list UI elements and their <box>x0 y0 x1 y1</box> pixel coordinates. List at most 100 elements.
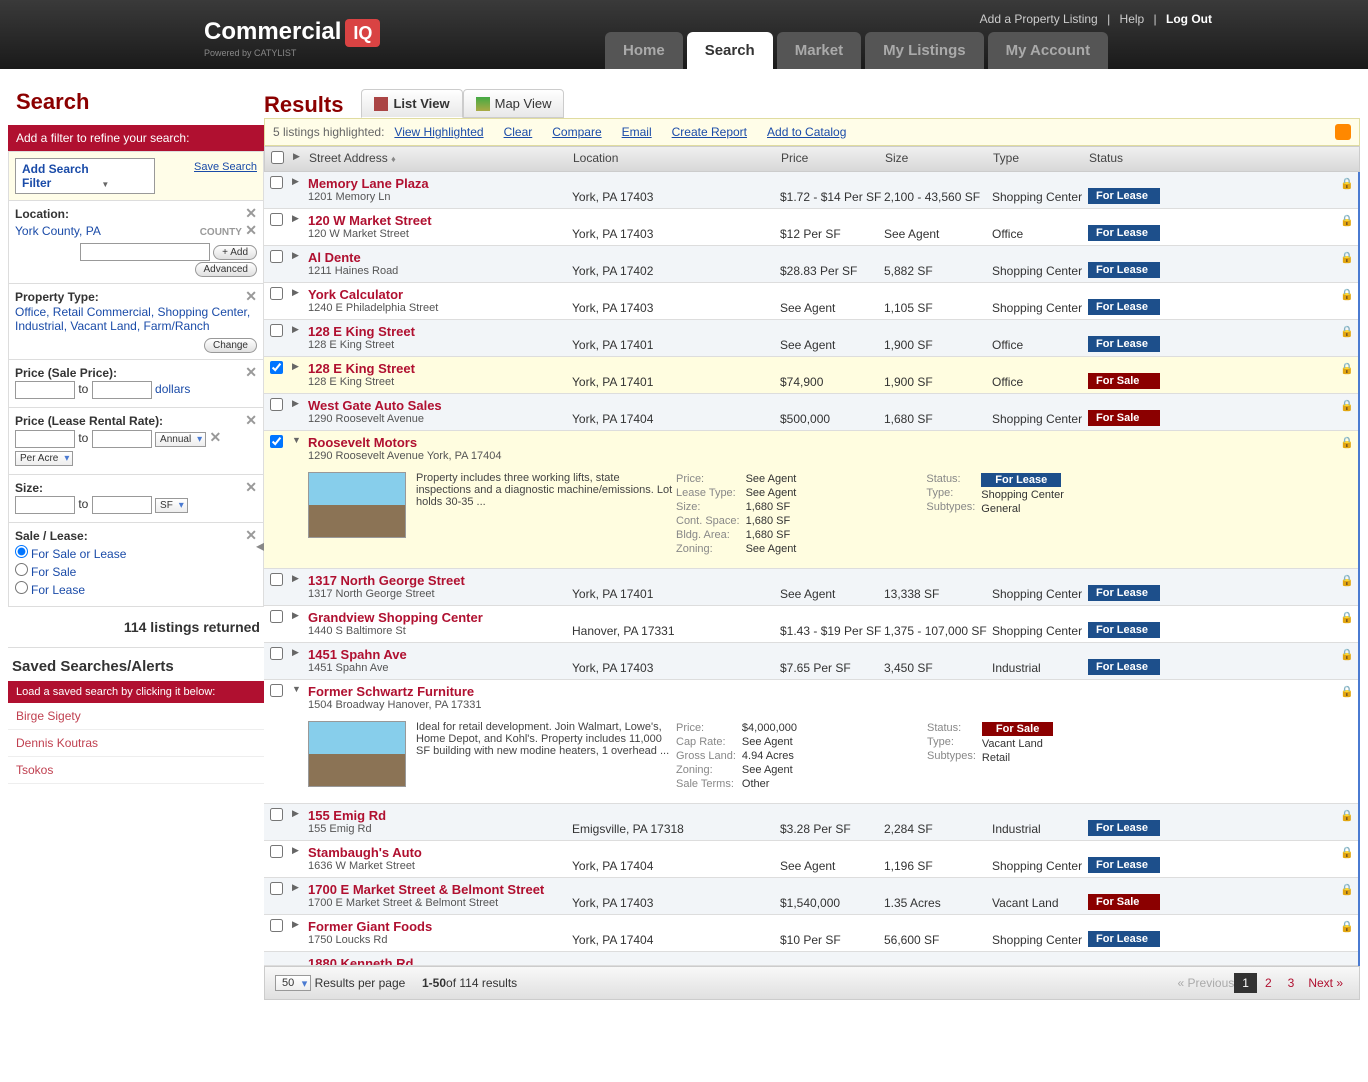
row-checkbox[interactable] <box>270 250 283 263</box>
listing-title[interactable]: Stambaugh's Auto <box>308 845 572 860</box>
listing-row[interactable]: ▶York Calculator1240 E Philadelphia Stre… <box>264 283 1358 320</box>
help-link[interactable]: Help <box>1120 12 1145 26</box>
expand-toggle[interactable]: ▶ <box>292 610 308 621</box>
radio-sale[interactable] <box>15 563 28 576</box>
close-icon[interactable]: ✕ <box>210 429 222 445</box>
expand-toggle[interactable]: ▶ <box>292 808 308 819</box>
saleprice-max[interactable] <box>92 381 152 399</box>
next-page[interactable]: Next » <box>1302 973 1349 993</box>
listing-title[interactable]: 1317 North George Street <box>308 573 572 588</box>
listing-row[interactable]: ▶128 E King Street128 E King StreetYork,… <box>264 357 1358 394</box>
col-size-header[interactable]: Size <box>885 151 993 167</box>
close-icon[interactable]: ✕ <box>245 479 257 496</box>
advanced-button[interactable]: Advanced <box>195 262 257 277</box>
add-filter-dropdown[interactable]: Add Search Filter <box>15 158 155 194</box>
listing-title[interactable]: 1451 Spahn Ave <box>308 647 572 662</box>
row-checkbox[interactable] <box>270 361 283 374</box>
col-location-header[interactable]: Location <box>573 151 781 167</box>
expand-toggle[interactable]: ▶ <box>292 176 308 187</box>
listing-row[interactable]: ▶Memory Lane Plaza1201 Memory LnYork, PA… <box>264 172 1358 209</box>
row-checkbox[interactable] <box>270 435 283 448</box>
listing-title[interactable]: Grandview Shopping Center <box>308 610 572 625</box>
add-location-button[interactable]: + Add <box>213 245 257 260</box>
listing-title[interactable]: Memory Lane Plaza <box>308 176 572 191</box>
create-report-link[interactable]: Create Report <box>672 125 747 139</box>
expand-toggle[interactable]: ▶ <box>292 398 308 409</box>
size-min[interactable] <box>15 496 75 514</box>
expand-toggle[interactable]: ▶ <box>292 287 308 298</box>
expand-toggle[interactable]: ▶ <box>292 919 308 930</box>
close-icon[interactable]: ✕ <box>245 222 257 238</box>
listing-title[interactable]: Al Dente <box>308 250 572 265</box>
select-all-checkbox[interactable] <box>271 151 284 164</box>
row-checkbox[interactable] <box>270 610 283 623</box>
row-checkbox[interactable] <box>270 398 283 411</box>
col-type-header[interactable]: Type <box>993 151 1089 167</box>
expand-toggle[interactable]: ▶ <box>292 324 308 335</box>
listing-row[interactable]: ▶128 E King Street128 E King StreetYork,… <box>264 320 1358 357</box>
listings-container[interactable]: ▶Memory Lane Plaza1201 Memory LnYork, PA… <box>264 172 1360 966</box>
listing-row[interactable]: ▶1317 North George Street1317 North Geor… <box>264 569 1358 606</box>
row-checkbox[interactable] <box>270 845 283 858</box>
listing-row[interactable]: 1880 Kenneth Rd <box>264 952 1358 966</box>
size-unit-dropdown[interactable]: SF <box>155 498 188 513</box>
saved-search-item[interactable]: Tsokos <box>8 757 264 784</box>
listing-title[interactable]: 1880 Kenneth Rd <box>308 956 572 966</box>
listing-row[interactable]: ▶120 W Market Street120 W Market StreetY… <box>264 209 1358 246</box>
col-address-header[interactable]: Street Address ♦ <box>309 151 573 167</box>
row-checkbox[interactable] <box>270 919 283 932</box>
leaserate-period-dropdown[interactable]: Annual <box>155 432 206 447</box>
expand-all-toggle[interactable]: ▶ <box>293 151 309 167</box>
logout-link[interactable]: Log Out <box>1166 12 1212 26</box>
close-icon[interactable]: ✕ <box>245 364 257 381</box>
leaserate-min[interactable] <box>15 430 75 448</box>
listing-title[interactable]: West Gate Auto Sales <box>308 398 572 413</box>
tab-listview[interactable]: List View <box>361 89 462 118</box>
email-link[interactable]: Email <box>622 125 652 139</box>
page-1[interactable]: 1 <box>1234 973 1257 993</box>
row-checkbox[interactable] <box>270 808 283 821</box>
listing-title[interactable]: 128 E King Street <box>308 361 572 376</box>
listing-row-expanded[interactable]: ▼Roosevelt Motors1290 Roosevelt Avenue Y… <box>264 431 1358 569</box>
expand-toggle[interactable]: ▶ <box>292 647 308 658</box>
listing-title[interactable]: Former Schwartz Furniture <box>308 684 1352 699</box>
listing-row[interactable]: ▶1700 E Market Street & Belmont Street17… <box>264 878 1358 915</box>
collapse-toggle[interactable]: ▼ <box>292 435 308 445</box>
compare-link[interactable]: Compare <box>552 125 601 139</box>
listing-title[interactable]: 128 E King Street <box>308 324 572 339</box>
listing-image[interactable] <box>308 721 406 787</box>
row-checkbox[interactable] <box>270 573 283 586</box>
per-page-dropdown[interactable]: 50 <box>275 975 311 991</box>
expand-toggle[interactable]: ▶ <box>292 845 308 856</box>
leaserate-basis-dropdown[interactable]: Per Acre <box>15 451 73 466</box>
rss-icon[interactable] <box>1335 124 1351 140</box>
location-value[interactable]: York County, PA <box>15 224 101 238</box>
nav-search[interactable]: Search <box>687 32 773 69</box>
col-status-header[interactable]: Status <box>1089 151 1169 167</box>
change-button[interactable]: Change <box>204 338 257 353</box>
saved-search-item[interactable]: Birge Sigety <box>8 703 264 730</box>
listing-row[interactable]: ▶Stambaugh's Auto1636 W Market StreetYor… <box>264 841 1358 878</box>
listing-title[interactable]: 1700 E Market Street & Belmont Street <box>308 882 572 897</box>
expand-toggle[interactable]: ▶ <box>292 213 308 224</box>
location-input[interactable] <box>80 243 210 261</box>
listing-title[interactable]: York Calculator <box>308 287 572 302</box>
row-checkbox[interactable] <box>270 176 283 189</box>
nav-market[interactable]: Market <box>777 32 861 69</box>
expand-toggle[interactable]: ▶ <box>292 882 308 893</box>
expand-toggle[interactable]: ▶ <box>292 250 308 261</box>
prev-page[interactable]: « Previous <box>1178 976 1235 990</box>
saved-search-item[interactable]: Dennis Koutras <box>8 730 264 757</box>
radio-both[interactable] <box>15 545 28 558</box>
proptype-value[interactable]: Office, Retail Commercial, Shopping Cent… <box>15 305 257 333</box>
size-max[interactable] <box>92 496 152 514</box>
listing-title[interactable]: 120 W Market Street <box>308 213 572 228</box>
listing-row[interactable]: ▶155 Emig Rd155 Emig RdEmigsville, PA 17… <box>264 804 1358 841</box>
view-highlighted-link[interactable]: View Highlighted <box>394 125 483 139</box>
save-search-link[interactable]: Save Search <box>194 161 257 173</box>
page-2[interactable]: 2 <box>1257 973 1280 993</box>
page-3[interactable]: 3 <box>1280 973 1303 993</box>
collapse-toggle[interactable]: ▼ <box>292 684 308 694</box>
close-icon[interactable]: ✕ <box>245 205 257 222</box>
row-checkbox[interactable] <box>270 684 283 697</box>
